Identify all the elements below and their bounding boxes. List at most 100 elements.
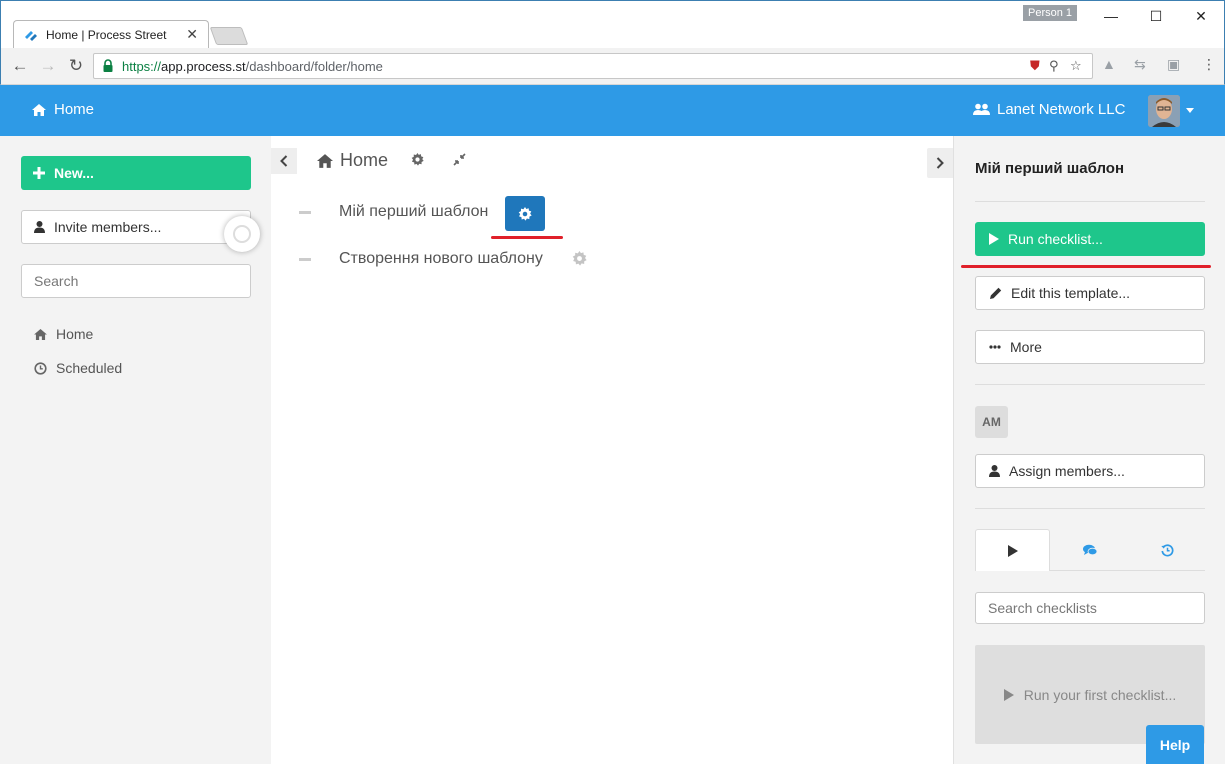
sidebar-item-home[interactable]: Home — [34, 326, 93, 342]
sidebar-item-label: Scheduled — [56, 360, 123, 376]
new-tab-button[interactable] — [209, 27, 249, 45]
list-item[interactable]: Створення нового шаблону — [299, 250, 543, 268]
assign-members-label: Assign members... — [1009, 463, 1125, 479]
search-checklists-input[interactable] — [975, 592, 1205, 624]
home-icon — [32, 103, 46, 116]
clock-icon — [34, 361, 47, 375]
home-icon — [317, 153, 333, 168]
left-sidebar: New... Invite members... Home Scheduled — [0, 136, 271, 764]
user-photo-icon — [1148, 95, 1180, 127]
more-label: More — [1010, 339, 1042, 355]
browser-titlebar: Home | Process Street ✕ Person 1 — ☐ ✕ — [0, 0, 1225, 49]
edit-template-label: Edit this template... — [1011, 285, 1131, 301]
reload-icon[interactable]: ↻ — [65, 55, 87, 77]
template-details-panel: Мій перший шаблон Run checklist... Edit … — [953, 136, 1225, 764]
organization-name: Lanet Network LLC — [997, 101, 1126, 118]
chevron-left-icon — [280, 155, 288, 167]
more-button[interactable]: More — [975, 330, 1205, 364]
tab-checklists[interactable] — [975, 529, 1050, 571]
browser-tab[interactable]: Home | Process Street ✕ — [13, 20, 209, 49]
trello-extension-icon[interactable]: ▣ — [1167, 56, 1180, 73]
shield-icon[interactable]: ⛊ — [1030, 58, 1040, 74]
edit-template-button[interactable]: Edit this template... — [975, 276, 1205, 310]
sidebar-search-input[interactable] — [21, 264, 251, 298]
play-icon — [1003, 688, 1014, 701]
tab-close-icon[interactable]: ✕ — [186, 26, 198, 43]
browser-toolbar: ← → ↻ https://app.process.st/dashboard/f… — [0, 48, 1225, 85]
drive-extension-icon[interactable]: ▲ — [1102, 56, 1116, 72]
member-avatar[interactable]: AM — [975, 406, 1008, 438]
annotation-underline — [961, 265, 1211, 268]
history-icon — [1160, 543, 1173, 556]
page-title: Home — [340, 150, 389, 170]
list-item[interactable]: Мій перший шаблон — [299, 203, 488, 221]
invite-members-button[interactable]: Invite members... — [21, 210, 260, 252]
template-name[interactable]: Мій перший шаблон — [339, 203, 488, 221]
divider — [975, 384, 1205, 385]
new-button-label: New... — [54, 165, 94, 181]
users-icon — [973, 103, 990, 115]
panel-title: Мій перший шаблон — [975, 160, 1125, 177]
sync-extension-icon[interactable]: ⇆ — [1134, 56, 1146, 73]
collapse-sidebar-button[interactable] — [271, 148, 297, 174]
plus-icon — [33, 167, 45, 179]
loading-spinner — [224, 216, 260, 252]
chrome-menu-icon[interactable]: ⋮ — [1202, 56, 1216, 73]
url-text: https://app.process.st/dashboard/folder/… — [122, 59, 383, 74]
run-checklist-button[interactable]: Run checklist... — [975, 222, 1205, 256]
sidebar-item-scheduled[interactable]: Scheduled — [34, 360, 122, 376]
assign-members-button[interactable]: Assign members... — [975, 454, 1205, 488]
compress-icon[interactable] — [453, 153, 466, 166]
organization-menu[interactable]: Lanet Network LLC — [973, 101, 1125, 118]
new-button[interactable]: New... — [21, 156, 251, 190]
panel-tabs — [975, 529, 1205, 571]
invite-members-label: Invite members... — [54, 219, 162, 235]
ellipsis-icon — [989, 345, 1001, 349]
maximize-button[interactable]: ☐ — [1134, 5, 1178, 27]
main-content: Home Мій перший шаблон Створення нового … — [271, 136, 953, 764]
drag-handle[interactable] — [299, 210, 311, 214]
gear-icon[interactable] — [572, 251, 587, 266]
tabs-divider — [1050, 570, 1205, 571]
minimize-button[interactable]: — — [1089, 5, 1133, 27]
tab-comments[interactable] — [1052, 529, 1127, 571]
folder-settings-gear-icon[interactable] — [411, 153, 424, 166]
close-window-button[interactable]: ✕ — [1179, 5, 1223, 27]
play-icon — [1007, 544, 1018, 557]
process-street-logo-icon — [25, 31, 37, 41]
forward-icon[interactable]: → — [37, 55, 59, 77]
app-header: Home Lanet Network LLC — [0, 85, 1225, 136]
help-button[interactable]: Help — [1146, 725, 1204, 764]
chevron-right-icon — [936, 157, 944, 169]
template-settings-button[interactable] — [505, 196, 545, 231]
annotation-underline — [491, 236, 563, 239]
bookmark-star-icon[interactable]: ☆ — [1070, 58, 1082, 74]
drag-handle[interactable] — [299, 257, 311, 261]
lock-icon — [103, 59, 113, 72]
play-icon — [989, 233, 999, 245]
sidebar-item-label: Home — [56, 326, 94, 342]
avatar[interactable] — [1148, 95, 1180, 127]
pencil-icon — [990, 287, 1002, 299]
breadcrumb: Home — [317, 150, 388, 171]
template-name[interactable]: Створення нового шаблону — [339, 250, 543, 268]
toggle-right-panel-button[interactable] — [927, 148, 953, 178]
profile-badge[interactable]: Person 1 — [1023, 5, 1077, 21]
tab-title: Home | Process Street — [46, 28, 167, 42]
caret-down-icon[interactable] — [1186, 108, 1194, 113]
header-home-link[interactable]: Home — [32, 101, 94, 118]
user-icon — [34, 221, 45, 233]
address-bar[interactable]: https://app.process.st/dashboard/folder/… — [93, 53, 1093, 79]
divider — [975, 508, 1205, 509]
user-icon — [989, 465, 1000, 477]
home-icon — [34, 328, 47, 340]
gear-icon — [518, 206, 532, 221]
comments-icon — [1082, 544, 1097, 556]
key-icon[interactable]: ⚲ — [1049, 58, 1059, 74]
back-icon[interactable]: ← — [9, 55, 31, 77]
empty-state-text: Run your first checklist... — [1023, 686, 1177, 703]
run-checklist-label: Run checklist... — [1008, 231, 1103, 247]
tab-history[interactable] — [1129, 529, 1205, 571]
header-home-label: Home — [54, 101, 95, 118]
divider — [975, 201, 1205, 202]
